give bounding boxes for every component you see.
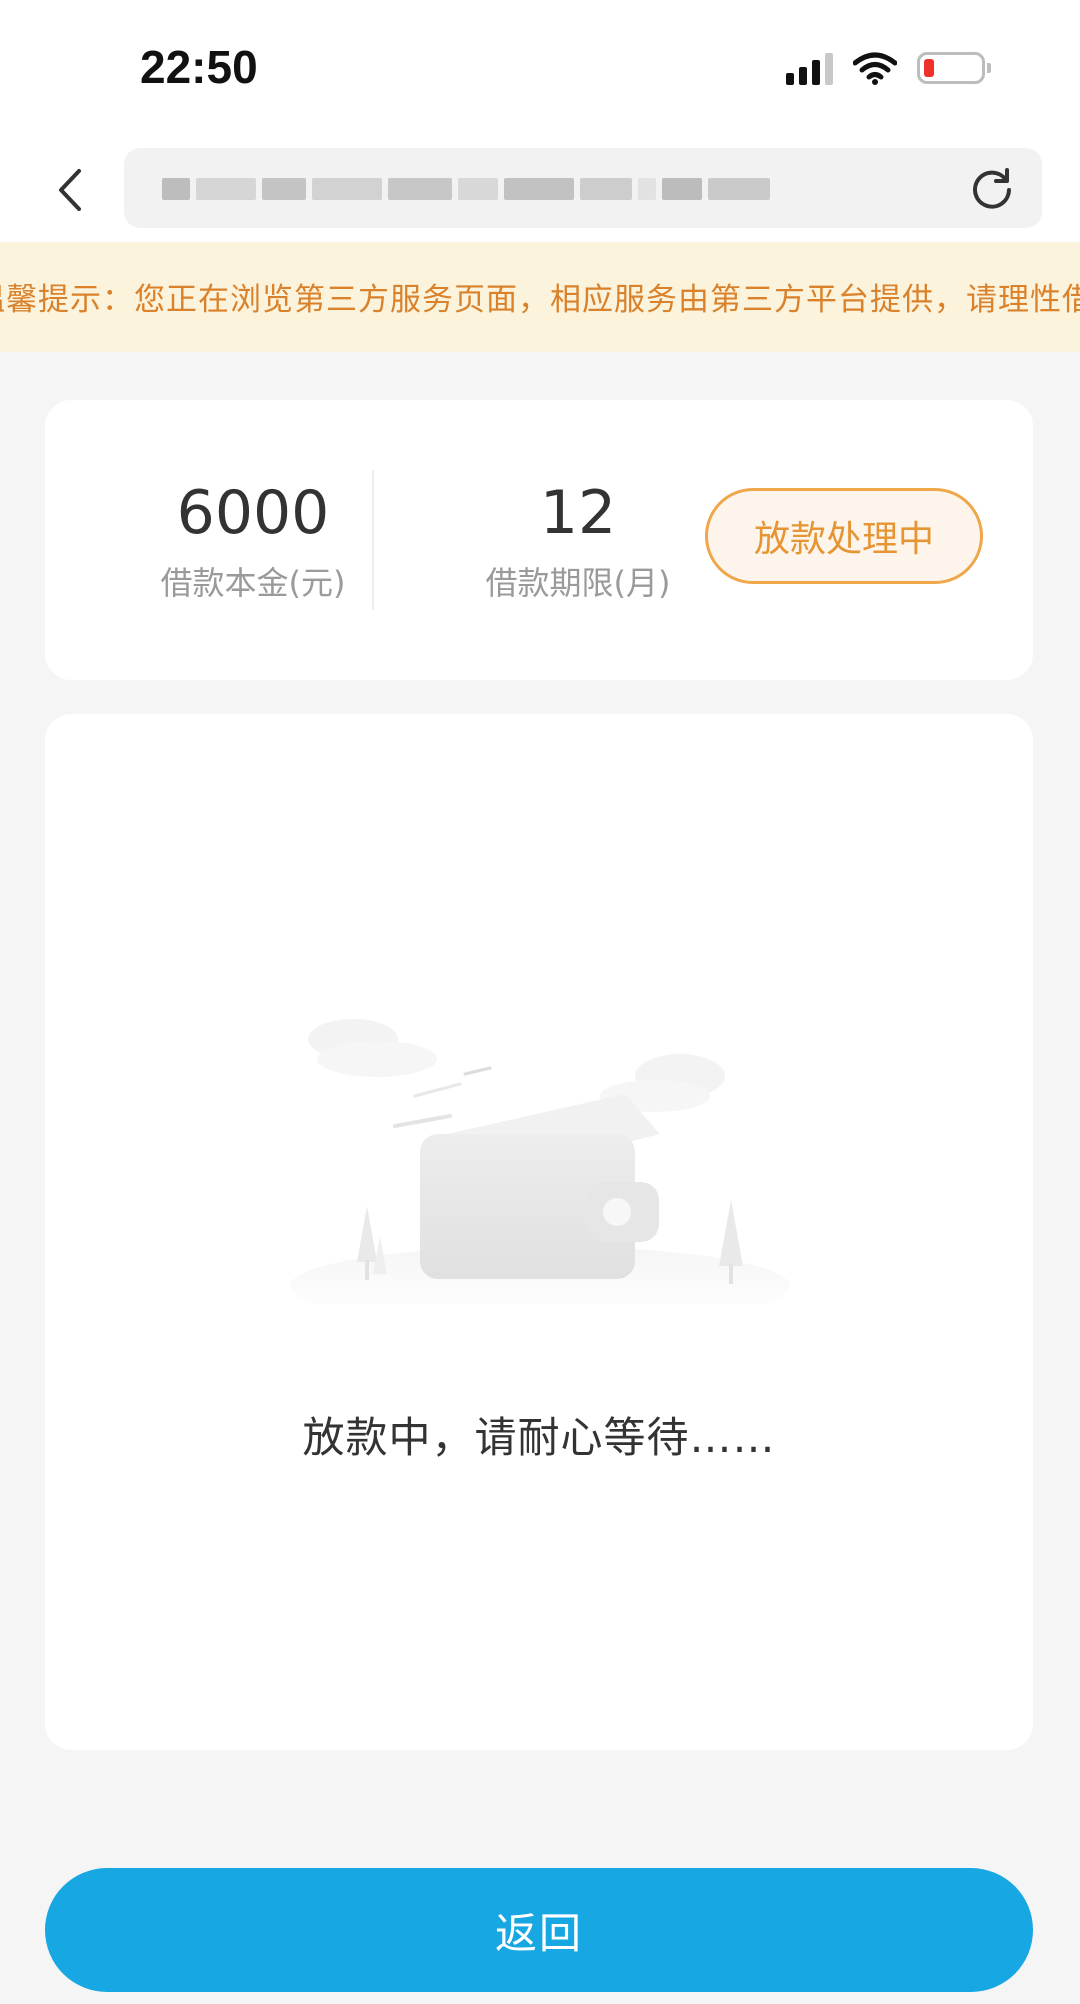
refresh-icon [973,168,1011,209]
loan-term-value: 12 [539,478,617,548]
third-party-notice-banner: 温馨提示：您正在浏览第三方服务页面，相应服务由第三方平台提供，请理性借贷 [0,242,1080,352]
status-bar: 22:50 [0,0,1080,140]
loan-principal-label: 借款本金(元) [160,564,346,602]
back-button[interactable] [40,160,100,220]
loan-summary-card: 6000 借款本金(元) 12 借款期限(月) 放款处理中 [45,400,1033,680]
status-time: 22:50 [140,41,258,93]
blurred-url [162,178,770,200]
refresh-button[interactable] [966,162,1018,214]
url-bar[interactable] [124,148,1042,228]
return-button[interactable]: 返回 [45,1868,1033,1992]
wallet-illustration [290,1019,790,1304]
disbursement-status-card: 放款中，请耐心等待…… [45,714,1033,1750]
loan-principal: 6000 借款本金(元) [113,478,393,604]
wifi-icon [853,52,897,85]
browser-nav-bar [0,140,1080,242]
chevron-left-icon [59,169,81,211]
loan-term-label: 借款期限(月) [485,564,671,602]
notice-text: 温馨提示：您正在浏览第三方服务页面，相应服务由第三方平台提供，请理性借贷 [0,282,1080,318]
waiting-message: 放款中，请耐心等待…… [302,1413,776,1462]
loan-term: 12 借款期限(月) [438,478,718,604]
battery-low-icon [917,52,991,84]
status-icons [786,48,991,88]
cellular-signal-icon [786,51,833,85]
stat-divider [372,470,374,610]
disbursement-status-badge: 放款处理中 [705,488,983,584]
loan-principal-value: 6000 [176,478,330,548]
battery-level [924,59,934,77]
